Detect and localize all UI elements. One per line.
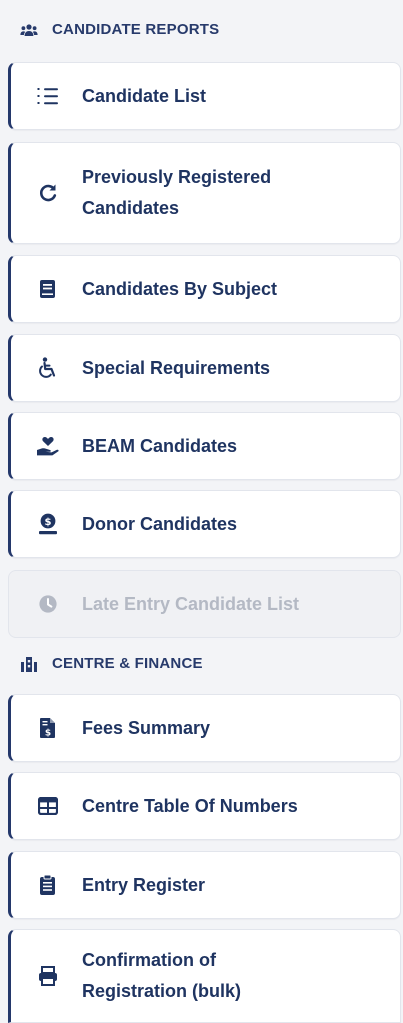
printer-icon xyxy=(35,966,61,986)
menu-item-label: Late Entry Candidate List xyxy=(82,593,300,614)
building-icon xyxy=(20,656,38,672)
section-title: CANDIDATE REPORTS xyxy=(52,21,220,38)
menu-item-late-entry-candidate-list: Late Entry Candidate List xyxy=(8,570,401,638)
menu-item-label: Candidates By Subject xyxy=(82,278,278,299)
menu-item-label: Confirmation of Registration (bulk) xyxy=(82,950,242,1001)
menu-item-label: Donor Candidates xyxy=(82,513,238,534)
invoice-icon: $ xyxy=(35,718,61,738)
section-header-centre-finance: CENTRE & FINANCE xyxy=(20,655,203,672)
section-title: CENTRE & FINANCE xyxy=(52,655,203,672)
report-menu-panel: CANDIDATE REPORTS Candidate List Previou… xyxy=(0,0,403,1023)
menu-item-label: Previously Registered Candidates xyxy=(82,167,272,218)
clock-icon xyxy=(35,594,61,614)
clipboard-icon xyxy=(35,875,61,895)
menu-item-confirmation-of-registration-bulk[interactable]: Confirmation of Registration (bulk) xyxy=(8,929,401,1023)
menu-item-donor-candidates[interactable]: $ Donor Candidates xyxy=(8,490,401,558)
menu-item-label: Entry Register xyxy=(82,874,206,895)
menu-item-label: BEAM Candidates xyxy=(82,435,238,456)
donor-icon: $ xyxy=(35,513,61,535)
list-icon xyxy=(35,87,61,105)
svg-text:$: $ xyxy=(45,517,52,528)
menu-item-label: Fees Summary xyxy=(82,717,211,738)
hand-heart-icon xyxy=(35,436,61,456)
menu-item-label: Candidate List xyxy=(82,85,207,106)
menu-item-fees-summary[interactable]: $ Fees Summary xyxy=(8,694,401,762)
menu-item-special-requirements[interactable]: Special Requirements xyxy=(8,334,401,402)
menu-item-beam-candidates[interactable]: BEAM Candidates xyxy=(8,412,401,480)
refresh-icon xyxy=(35,183,61,203)
menu-item-entry-register[interactable]: Entry Register xyxy=(8,851,401,919)
svg-text:$: $ xyxy=(45,729,51,739)
menu-item-centre-table-of-numbers[interactable]: Centre Table Of Numbers xyxy=(8,772,401,840)
section-header-candidate-reports: CANDIDATE REPORTS xyxy=(20,21,219,38)
book-icon xyxy=(35,280,61,298)
users-icon xyxy=(20,22,38,38)
menu-item-candidates-by-subject[interactable]: Candidates By Subject xyxy=(8,255,401,323)
menu-item-label: Special Requirements xyxy=(82,357,271,378)
wheelchair-icon xyxy=(35,357,61,379)
menu-item-candidate-list[interactable]: Candidate List xyxy=(8,62,401,130)
table-icon xyxy=(35,797,61,815)
menu-item-label: Centre Table Of Numbers xyxy=(82,795,298,816)
menu-item-previously-registered-candidates[interactable]: Previously Registered Candidates xyxy=(8,142,401,244)
